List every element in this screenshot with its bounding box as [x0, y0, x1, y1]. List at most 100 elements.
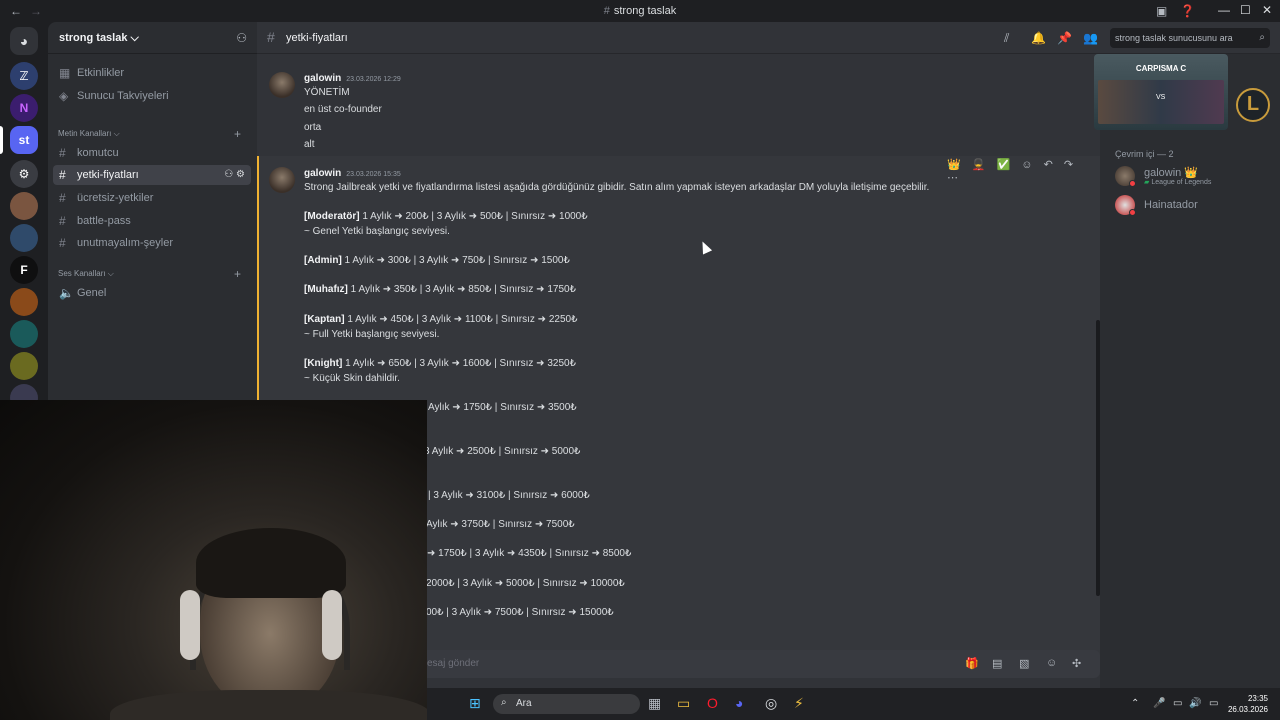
gif-icon[interactable]: ▤ [992, 657, 1002, 670]
online-header: Çevrim içi — 2 [1115, 149, 1174, 159]
channel-unutmayalim-seyler[interactable]: # unutmayalım-şeyler [53, 233, 251, 253]
member-list-icon[interactable]: 👥 [1083, 31, 1098, 45]
battery-icon[interactable]: ▭ [1209, 698, 1218, 709]
tier-line-partial: 2000₺ | 3 Aylık ➜ 5000₺ | Sınırsız ➜ 100… [426, 578, 625, 589]
reaction-crown[interactable]: 👑 [947, 159, 961, 171]
discord-taskbar-icon[interactable]: ◕ [735, 695, 743, 711]
hash-icon: # [59, 146, 66, 160]
member-galowin[interactable]: galowin 👑 ▰ League of Legends [1115, 166, 1275, 190]
add-reaction-icon[interactable]: ☺ [1021, 159, 1032, 171]
add-channel-icon[interactable]: + [234, 127, 241, 141]
server-icon-8[interactable] [10, 320, 38, 348]
league-of-legends-logo-icon[interactable]: L [1236, 88, 1270, 122]
emoji-icon[interactable]: ☺ [1046, 657, 1057, 669]
tier-muhafiz: [Muhafız] 1 Aylık ➜ 350₺ | 3 Aylık ➜ 850… [304, 284, 576, 295]
channel-settings-icon[interactable]: ⚇ ⚙ [224, 165, 245, 185]
gift-icon[interactable]: 🎁 [965, 657, 979, 670]
mic-icon[interactable]: 🎤 [1153, 698, 1165, 709]
voice-channel-genel[interactable]: 🔈 Genel [53, 283, 251, 303]
message-line: en üst co-founder [304, 104, 382, 115]
member-hainatador[interactable]: Hainatador [1115, 195, 1275, 219]
apps-icon[interactable]: ✣ [1072, 657, 1081, 670]
minimize-icon[interactable]: — [1218, 3, 1230, 17]
message-author[interactable]: galowin 23.03.2026 15:35 [304, 168, 401, 179]
message-author[interactable]: galowin 23.03.2026 12:29 [304, 73, 401, 84]
text-channels-category[interactable]: Metin Kanalları ⌵ + [58, 127, 241, 141]
volume-icon[interactable]: 🔊 [1189, 698, 1201, 709]
channel-komutcu[interactable]: # komutcu [53, 143, 251, 163]
tier-note: ~ Küçük Skin dahildir. [304, 373, 400, 384]
close-icon[interactable]: ✕ [1262, 3, 1272, 17]
server-icon-6[interactable]: F [10, 256, 38, 284]
server-icon-4[interactable] [10, 192, 38, 220]
hash-icon: # [267, 29, 275, 45]
server-header[interactable]: strong taslak ⌵ ⚇ [48, 22, 257, 54]
app-icon[interactable]: ◎ [765, 695, 777, 712]
title-bar: ← → # strong taslak ▣ ❓ — ☐ ✕ [0, 0, 1280, 22]
dnd-status-icon [1129, 209, 1136, 216]
store-icon[interactable]: ▦ [648, 695, 661, 712]
search-input[interactable]: strong taslak sunucusunu ara ⌕ [1110, 28, 1270, 48]
boost-icon: ◈ [59, 89, 69, 103]
activity-banner[interactable]: CARPISMA C VS [1094, 54, 1228, 130]
channel-sidebar: strong taslak ⌵ ⚇ ▦ Etkinlikler ◈ Sunucu T… [48, 22, 257, 400]
avatar[interactable] [269, 72, 295, 98]
windows-start-icon[interactable]: ⊞ [469, 695, 481, 712]
server-icon-5[interactable] [10, 224, 38, 252]
tray-chevron-icon[interactable]: ⌃ [1131, 698, 1139, 709]
game-icon: ▰ [1144, 179, 1150, 186]
discord-home-icon[interactable]: ◕ [10, 27, 38, 55]
search-icon: ⌕ [501, 697, 507, 708]
channel-title: yetki-fiyatları [286, 32, 348, 44]
channel-header: # yetki-fiyatları ⫽ 🔔 📌 👥 strong taslak … [257, 22, 1280, 54]
sticker-icon[interactable]: ▧ [1019, 657, 1029, 670]
server-icon-2[interactable]: N [10, 94, 38, 122]
threads-icon[interactable]: ⫽ [1004, 31, 1009, 46]
opera-icon[interactable]: O [707, 695, 718, 711]
sidebar-item-boosts[interactable]: ◈ Sunucu Takviyeleri [53, 86, 251, 106]
maximize-icon[interactable]: ☐ [1240, 3, 1251, 17]
hash-icon: # [59, 168, 66, 182]
tier-line-partial: Aylık ➜ 3750₺ | Sınırsız ➜ 7500₺ [426, 519, 575, 530]
forward-icon[interactable]: ↷ [1064, 159, 1073, 171]
server-list: ◕ ℤ N st ⚙ F [0, 22, 48, 412]
server-icon-7[interactable] [10, 288, 38, 316]
reaction-check[interactable]: ✅ [997, 159, 1011, 171]
inbox-icon[interactable]: ▣ [1156, 4, 1167, 18]
taskbar-search[interactable]: ⌕ Ara [493, 694, 640, 714]
message-line: orta [304, 122, 322, 133]
server-icon-9[interactable] [10, 352, 38, 380]
speaker-icon: 🔈 [59, 286, 74, 300]
person-body [110, 690, 427, 720]
app-icon-2[interactable]: ⚡ [794, 695, 804, 712]
pin-icon[interactable]: 📌 [1057, 31, 1072, 45]
server-icon-1[interactable]: ℤ [10, 62, 38, 90]
avatar[interactable] [269, 167, 295, 193]
channel-yetki-fiyatlari[interactable]: # yetki-fiyatları ⚇ ⚙ [53, 165, 251, 185]
channel-ucretsiz-yetkiler[interactable]: # ücretsiz-yetkiler [53, 188, 251, 208]
server-icon-strong-taslak[interactable]: st [10, 126, 38, 154]
windows-taskbar: ⊞ ⌕ Ara ▦ ▭ O ◕ ◎ ⚡ ⌃ 🎤 ▭ 🔊 ▭ 23:35 26.03.… [427, 688, 1280, 720]
reply-icon[interactable]: ↶ [1044, 159, 1053, 171]
sidebar-item-events[interactable]: ▦ Etkinlikler [53, 63, 251, 83]
add-voice-channel-icon[interactable]: + [234, 267, 241, 281]
channel-battle-pass[interactable]: # battle-pass [53, 211, 251, 231]
person-hair [196, 528, 346, 598]
help-icon[interactable]: ❓ [1180, 4, 1195, 18]
tier-note: ~ Genel Yetki başlangıç seviyesi. [304, 226, 450, 237]
headphone-left [180, 590, 200, 660]
network-icon[interactable]: ▭ [1173, 698, 1182, 709]
notification-bell-icon[interactable]: 🔔 [1031, 31, 1046, 45]
file-explorer-icon[interactable]: ▭ [677, 695, 690, 712]
more-options-icon[interactable]: ⋯ [947, 172, 958, 184]
reaction-guard[interactable]: 💂 [972, 159, 986, 171]
server-icon-3[interactable]: ⚙ [10, 160, 38, 188]
dnd-status-icon [1129, 180, 1136, 187]
tier-note: ~ Full Yetki başlangıç seviyesi. [304, 329, 440, 340]
tier-line-partial: | 3 Aylık ➜ 3100₺ | Sınırsız ➜ 6000₺ [428, 490, 590, 501]
tier-kaptan: [Kaptan] 1 Aylık ➜ 450₺ | 3 Aylık ➜ 1100… [304, 314, 578, 325]
voice-channels-category[interactable]: Ses Kanalları ⌵ + [58, 267, 241, 281]
taskbar-clock[interactable]: 23:35 26.03.2026 [1228, 693, 1268, 715]
invite-people-icon[interactable]: ⚇ [236, 31, 247, 45]
message-hover-toolbar: 👑 💂 ✅ ☺ ↶ ↷ ⋯ [947, 158, 1100, 184]
